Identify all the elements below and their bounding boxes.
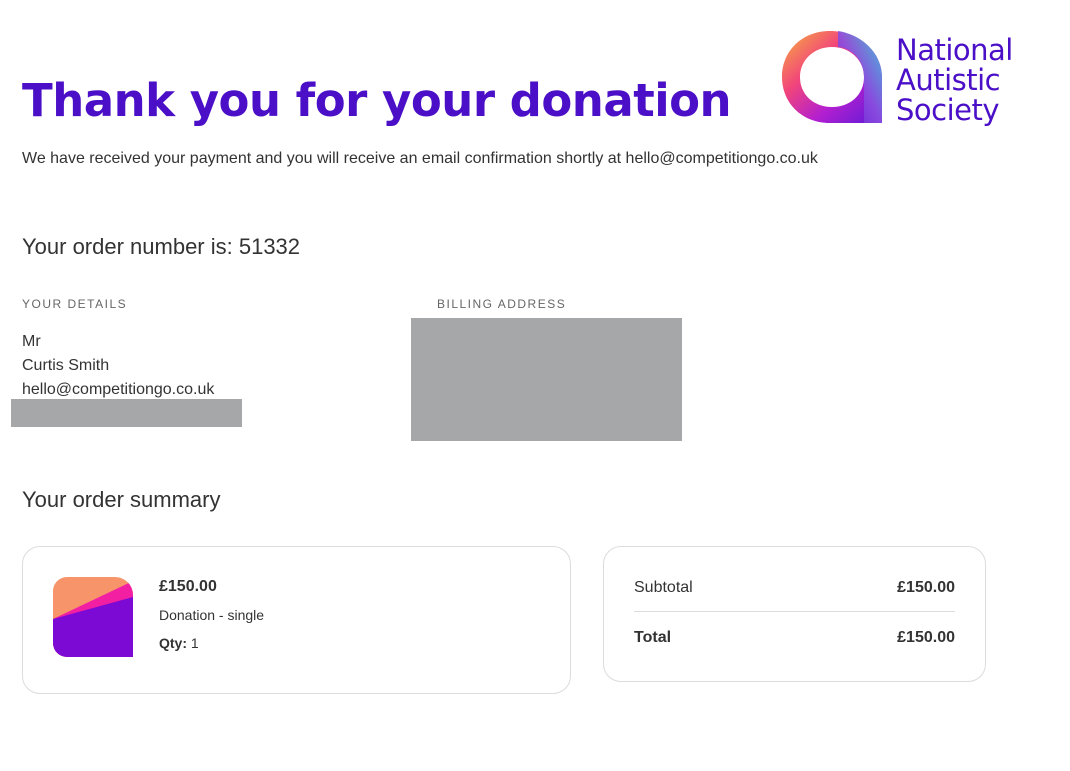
logo-line-society: Society <box>896 93 1000 127</box>
redacted-phone <box>11 399 242 427</box>
logo-wordmark: National Autistic Society <box>896 35 1013 125</box>
nas-ring-logo-icon <box>782 31 882 123</box>
redacted-billing-address <box>411 318 682 441</box>
total-row: Total £150.00 <box>634 629 955 647</box>
item-price: £150.00 <box>159 578 217 595</box>
confirmation-message: We have received your payment and you wi… <box>22 150 818 167</box>
total-label: Total <box>634 629 672 646</box>
logo-line-national: National <box>896 33 1013 67</box>
subtotal-value: £150.00 <box>897 579 955 596</box>
nas-logo[interactable]: National Autistic Society <box>778 27 1028 129</box>
your-details: Mr Curtis Smith hello@competitiongo.co.u… <box>22 330 214 402</box>
logo-line-autistic: Autistic <box>896 63 1001 97</box>
customer-name: Curtis Smith <box>22 357 110 374</box>
order-number: Your order number is: 51332 <box>22 234 301 259</box>
your-details-label: YOUR DETAILS <box>22 297 128 311</box>
subtotal-row: Subtotal £150.00 <box>634 579 955 597</box>
donation-thumbnail-icon <box>53 577 133 657</box>
page-title: Thank you for your donation <box>22 74 732 127</box>
order-item-card: £150.00 Donation - single Qty: 1 <box>22 546 571 694</box>
item-qty-label: Qty: <box>159 635 187 651</box>
item-qty-value: 1 <box>190 635 199 651</box>
customer-title: Mr <box>22 333 41 350</box>
subtotal-label: Subtotal <box>634 579 693 596</box>
totals-divider <box>634 611 955 612</box>
total-value: £150.00 <box>897 629 955 646</box>
order-totals-card: Subtotal £150.00 Total £150.00 <box>603 546 986 682</box>
order-summary-title: Your order summary <box>22 487 221 512</box>
billing-address-label: BILLING ADDRESS <box>437 297 567 311</box>
item-name: Donation - single <box>159 607 265 623</box>
item-quantity: Qty: 1 <box>159 635 199 651</box>
